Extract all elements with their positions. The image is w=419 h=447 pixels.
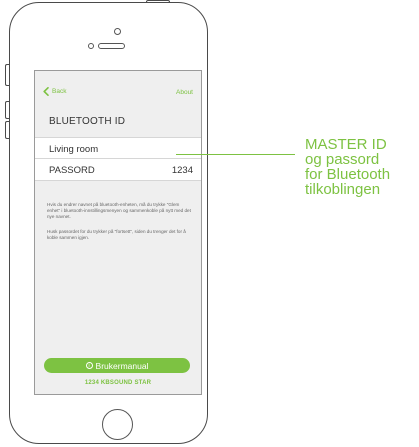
device-name-field[interactable]: Living room [35, 137, 201, 159]
front-camera [114, 28, 121, 35]
device-model-label: 1234 KBSOUND STAR [84, 380, 152, 386]
callout-line [176, 154, 295, 155]
rename-info-text: Hvis du endrer navnet på bluetooth-enhet… [47, 202, 191, 220]
password-value[interactable]: 1234 [172, 165, 193, 176]
back-label: Back [52, 88, 67, 95]
callout-line-3: for Bluetooth [305, 166, 391, 183]
proximity-sensor [88, 43, 94, 49]
home-button[interactable] [102, 409, 133, 440]
chevron-left-icon [43, 87, 49, 96]
callout-line-2: og passord [305, 151, 380, 168]
password-info-text: Husk passordet for du trykker på "fortse… [47, 229, 186, 241]
callout-line-4: tilkoblingen [305, 181, 381, 198]
about-link[interactable]: About [176, 89, 193, 96]
earpiece-speaker [98, 43, 125, 49]
back-button[interactable]: Back [43, 87, 66, 96]
callout-line-1: MASTER ID [305, 136, 387, 153]
user-manual-label: Brukermanual [95, 360, 149, 371]
phone-screen: Back About BLUETOOTH ID Living room PASS… [34, 70, 202, 395]
password-field[interactable]: PASSORD 1234 [35, 159, 201, 181]
password-label: PASSORD [49, 165, 95, 176]
device-name-value[interactable]: Living room [49, 144, 98, 155]
callout-text: MASTER ID og passord for Bluetooth tilko… [305, 137, 417, 197]
navigation-bar: Back About [35, 71, 201, 109]
section-title: BLUETOOTH ID [49, 116, 126, 127]
info-icon: i [85, 362, 93, 369]
phone-frame: Back About BLUETOOTH ID Living room PASS… [9, 2, 208, 444]
user-manual-button[interactable]: i Brukermanual [44, 358, 190, 373]
